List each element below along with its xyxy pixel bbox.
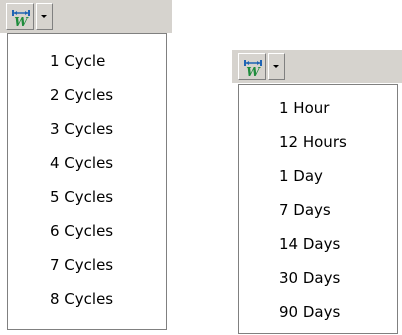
time-range-dropdown: W 1 Hour 12 Hours 1 Day 7 Days 14 Days 3… [232,50,402,335]
menu-item-12-hours[interactable]: 12 Hours [239,129,397,155]
time-window-icon: W [12,10,30,27]
menu-item-4-cycles[interactable]: 4 Cycles [8,150,166,176]
menu-item-2-cycles[interactable]: 2 Cycles [8,82,166,108]
menu-item-7-days[interactable]: 7 Days [239,197,397,223]
time-range-menu: 1 Hour 12 Hours 1 Day 7 Days 14 Days 30 … [238,84,398,334]
time-range-dropdown-toggle[interactable] [268,53,285,80]
menu-item-3-cycles[interactable]: 3 Cycles [8,116,166,142]
svg-text:W: W [246,65,261,77]
chevron-down-icon [273,65,279,68]
cycles-time-window-button[interactable]: W [6,3,34,30]
chevron-down-icon [41,15,47,18]
time-window-icon: W [244,60,262,77]
menu-item-1-cycle[interactable]: 1 Cycle [8,48,166,74]
svg-text:W: W [14,15,29,27]
menu-item-7-cycles[interactable]: 7 Cycles [8,252,166,278]
cycles-dropdown-toggle[interactable] [36,3,53,30]
menu-item-8-cycles[interactable]: 8 Cycles [8,286,166,312]
cycles-dropdown: W 1 Cycle 2 Cycles 3 Cycles 4 Cycles 5 C… [0,0,172,335]
cycles-menu: 1 Cycle 2 Cycles 3 Cycles 4 Cycles 5 Cyc… [7,33,167,330]
menu-item-30-days[interactable]: 30 Days [239,265,397,291]
menu-item-5-cycles[interactable]: 5 Cycles [8,184,166,210]
menu-item-6-cycles[interactable]: 6 Cycles [8,218,166,244]
menu-item-14-days[interactable]: 14 Days [239,231,397,257]
menu-item-1-day[interactable]: 1 Day [239,163,397,189]
time-range-time-window-button[interactable]: W [238,53,266,80]
menu-item-1-hour[interactable]: 1 Hour [239,95,397,121]
menu-item-90-days[interactable]: 90 Days [239,299,397,325]
